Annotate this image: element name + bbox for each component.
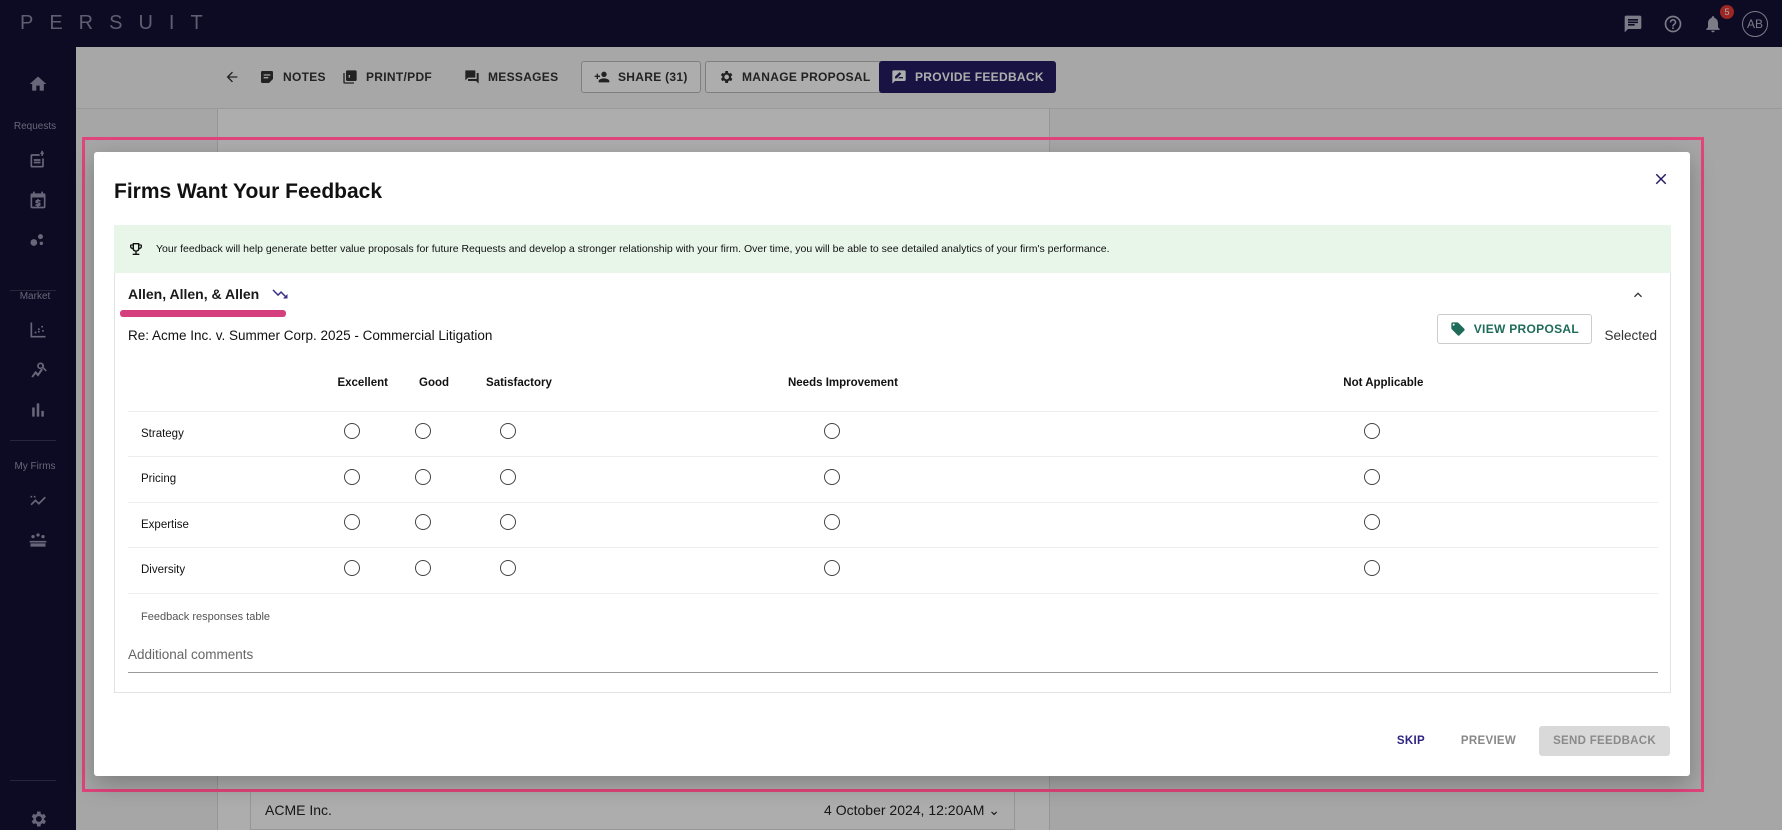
rating-cell (318, 547, 408, 594)
column-header: Excellent (318, 356, 408, 412)
criterion-label: Expertise (128, 502, 318, 548)
rating-cell (577, 547, 1109, 594)
chevron-up-icon[interactable] (1626, 283, 1650, 307)
skip-button[interactable]: SKIP (1384, 726, 1438, 756)
view-proposal-button[interactable]: VIEW PROPOSAL (1436, 314, 1592, 344)
rating-cell (577, 456, 1109, 503)
dialog-title: Firms Want Your Feedback (114, 180, 383, 203)
rating-cell (407, 411, 461, 457)
rating-radio[interactable] (499, 559, 516, 576)
rating-radio[interactable] (343, 423, 360, 440)
rating-cell (1108, 411, 1658, 457)
criterion-label: Pricing (128, 456, 318, 503)
column-header: Needs Improvement (577, 356, 1109, 412)
rating-radio[interactable] (499, 514, 516, 531)
column-header: Satisfactory (460, 356, 578, 412)
rating-cell (318, 502, 408, 548)
rating-cell (407, 456, 461, 503)
rating-radio[interactable] (415, 468, 432, 485)
send-feedback-button[interactable]: SEND FEEDBACK (1539, 726, 1670, 756)
request-title: Re: Acme Inc. v. Summer Corp. 2025 - Com… (128, 328, 493, 343)
rating-radio[interactable] (499, 423, 516, 440)
rating-cell (577, 502, 1109, 548)
firm-header[interactable]: Allen, Allen, & Allen (128, 285, 289, 303)
column-header: Good (407, 356, 461, 412)
rating-cell (1108, 547, 1658, 594)
view-proposal-label: VIEW PROPOSAL (1473, 322, 1579, 336)
rating-cell (318, 411, 408, 457)
preview-button[interactable]: PREVIEW (1448, 726, 1529, 756)
rating-radio[interactable] (823, 423, 840, 440)
ratings-header-row: Excellent Good Satisfactory Needs Improv… (128, 356, 1658, 412)
criteria-header (128, 356, 318, 412)
rating-radio[interactable] (499, 468, 516, 485)
criterion-label: Diversity (128, 547, 318, 594)
trophy-icon (129, 243, 143, 255)
firm-underline-marker (120, 310, 286, 317)
banner-text: Your feedback will help generate better … (156, 243, 1110, 255)
status-label: Selected (1604, 328, 1657, 343)
feedback-dialog: Firms Want Your Feedback Your feedback w… (94, 152, 1690, 776)
rating-cell (1108, 502, 1658, 548)
close-icon[interactable] (1648, 166, 1674, 192)
criterion-label: Strategy (128, 411, 318, 457)
firm-feedback-card: Allen, Allen, & Allen Re: Acme Inc. v. S… (114, 273, 1671, 693)
tag-icon (1451, 322, 1465, 336)
rating-radio[interactable] (343, 514, 360, 531)
rating-radio[interactable] (1364, 423, 1381, 440)
column-header: Not Applicable (1108, 356, 1658, 412)
firm-name: Allen, Allen, & Allen (128, 286, 260, 302)
rating-row-pricing: Pricing (128, 456, 1658, 503)
dialog-actions: SKIP PREVIEW SEND FEEDBACK (1384, 726, 1670, 756)
additional-comments-field[interactable]: Additional comments (128, 645, 1658, 673)
rating-cell (460, 502, 578, 548)
rating-cell (577, 411, 1109, 457)
rating-cell (460, 547, 578, 594)
rating-radio[interactable] (823, 468, 840, 485)
rating-cell (460, 411, 578, 457)
rating-radio[interactable] (823, 514, 840, 531)
rating-row-expertise: Expertise (128, 502, 1658, 548)
rating-radio[interactable] (1364, 559, 1381, 576)
rating-row-diversity: Diversity (128, 547, 1658, 594)
rating-cell (318, 456, 408, 503)
rating-cell (460, 456, 578, 503)
rating-row-strategy: Strategy (128, 411, 1658, 457)
rating-radio[interactable] (1364, 514, 1381, 531)
rating-cell (407, 502, 461, 548)
rating-radio[interactable] (343, 559, 360, 576)
rating-radio[interactable] (415, 423, 432, 440)
rating-cell (1108, 456, 1658, 503)
feedback-ratings-table: Excellent Good Satisfactory Needs Improv… (128, 356, 1658, 594)
rating-radio[interactable] (1364, 468, 1381, 485)
rating-radio[interactable] (415, 559, 432, 576)
rating-radio[interactable] (343, 468, 360, 485)
trending-down-icon (272, 289, 288, 299)
table-caption: Feedback responses table (141, 611, 271, 623)
rating-cell (407, 547, 461, 594)
rating-radio[interactable] (415, 514, 432, 531)
rating-radio[interactable] (823, 559, 840, 576)
info-banner: Your feedback will help generate better … (114, 225, 1671, 273)
